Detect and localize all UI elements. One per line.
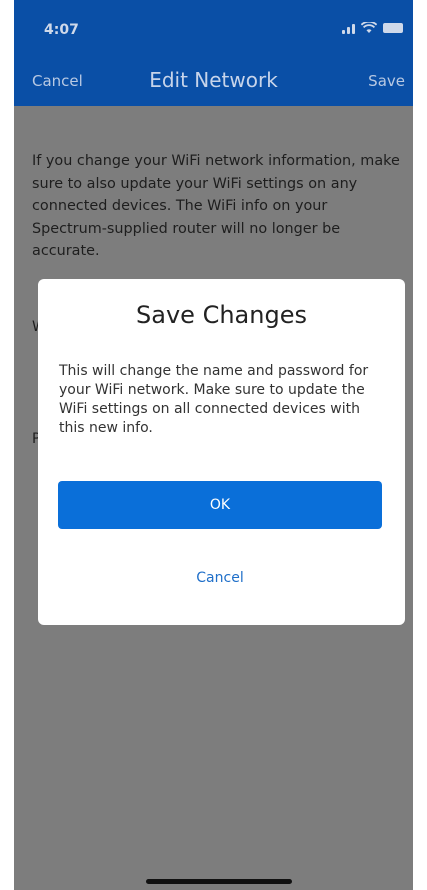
status-icons	[342, 22, 403, 34]
cellular-signal-icon	[342, 22, 355, 34]
wifi-icon	[361, 22, 377, 33]
home-indicator[interactable]	[146, 879, 292, 884]
ok-button[interactable]: OK	[58, 481, 382, 529]
wifi-change-info-text: If you change your WiFi network informat…	[32, 153, 400, 259]
page-title: Edit Network	[149, 68, 278, 92]
nav-save-button[interactable]: Save	[368, 72, 405, 90]
save-changes-dialog: Save Changes This will change the name a…	[38, 279, 405, 625]
status-bar: 4:07	[14, 0, 413, 58]
dialog-message: This will change the name and password f…	[59, 363, 369, 436]
battery-icon	[383, 23, 403, 33]
navigation-bar: Cancel Edit Network Save	[14, 58, 413, 106]
cancel-button[interactable]: Cancel	[58, 563, 382, 593]
phone-screen: 4:07 Cancel Edit Network Save If you cha…	[14, 0, 413, 890]
status-time: 4:07	[44, 22, 79, 38]
dialog-title: Save Changes	[136, 301, 307, 329]
